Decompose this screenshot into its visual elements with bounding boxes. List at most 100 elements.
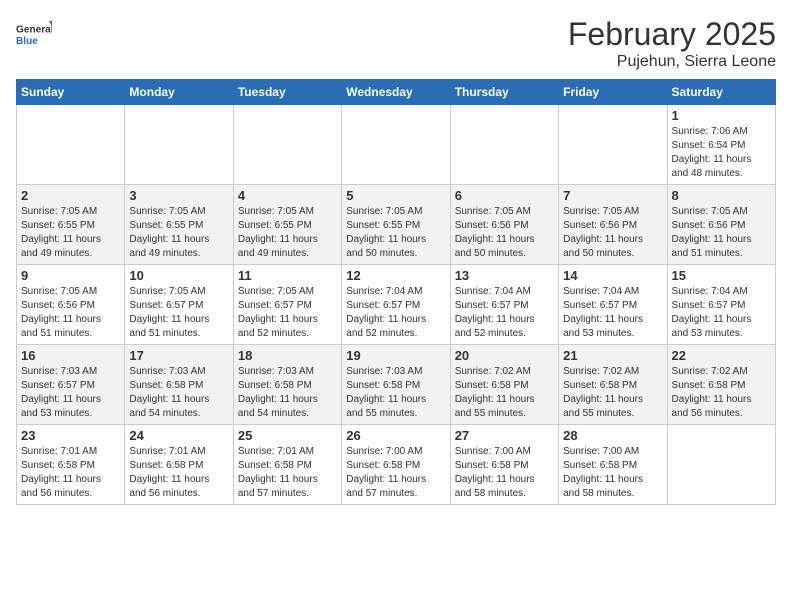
day-cell [342,105,450,185]
day-cell: 3 Sunrise: 7:05 AM Sunset: 6:55 PM Daylig… [125,185,233,265]
day-info: Sunrise: 7:00 AM Sunset: 6:58 PM Dayligh… [563,445,662,501]
day-number: 27 [455,428,554,443]
day-cell: 5 Sunrise: 7:05 AM Sunset: 6:55 PM Daylig… [342,185,450,265]
day-info: Sunrise: 7:05 AM Sunset: 6:57 PM Dayligh… [238,285,337,341]
day-number: 6 [455,188,554,203]
day-cell [17,105,125,185]
day-cell: 27 Sunrise: 7:00 AM Sunset: 6:58 PM Dayli… [450,425,558,505]
day-cell: 11 Sunrise: 7:05 AM Sunset: 6:57 PM Dayli… [233,265,341,345]
day-number: 16 [21,348,120,363]
day-cell: 28 Sunrise: 7:00 AM Sunset: 6:58 PM Dayli… [559,425,667,505]
day-number: 9 [21,268,120,283]
day-number: 3 [129,188,228,203]
day-number: 7 [563,188,662,203]
day-info: Sunrise: 7:04 AM Sunset: 6:57 PM Dayligh… [672,285,771,341]
day-cell: 13Sunrise: 7:04 AM Sunset: 6:57 PM Dayli… [450,265,558,345]
day-cell [667,425,775,505]
day-number: 28 [563,428,662,443]
weekday-friday: Friday [559,80,667,105]
day-cell: 18 Sunrise: 7:03 AM Sunset: 6:58 PM Dayli… [233,345,341,425]
day-number: 14 [563,268,662,283]
day-cell: 8Sunrise: 7:05 AM Sunset: 6:56 PM Daylig… [667,185,775,265]
weekday-sunday: Sunday [17,80,125,105]
day-number: 25 [238,428,337,443]
day-info: Sunrise: 7:01 AM Sunset: 6:58 PM Dayligh… [129,445,228,501]
day-info: Sunrise: 7:05 AM Sunset: 6:55 PM Dayligh… [238,205,337,261]
day-cell: 7 Sunrise: 7:05 AM Sunset: 6:56 PM Daylig… [559,185,667,265]
day-cell: 6Sunrise: 7:05 AM Sunset: 6:56 PM Daylig… [450,185,558,265]
day-number: 2 [21,188,120,203]
week-row-1: 1 Sunrise: 7:06 AM Sunset: 6:54 PM Daylig… [17,105,776,185]
day-number: 13 [455,268,554,283]
week-row-5: 23Sunrise: 7:01 AM Sunset: 6:58 PM Dayli… [17,425,776,505]
day-info: Sunrise: 7:03 AM Sunset: 6:58 PM Dayligh… [346,365,445,421]
day-cell [559,105,667,185]
day-number: 4 [238,188,337,203]
day-cell: 24 Sunrise: 7:01 AM Sunset: 6:58 PM Dayli… [125,425,233,505]
day-cell: 14 Sunrise: 7:04 AM Sunset: 6:57 PM Dayli… [559,265,667,345]
day-cell: 23Sunrise: 7:01 AM Sunset: 6:58 PM Dayli… [17,425,125,505]
day-info: Sunrise: 7:06 AM Sunset: 6:54 PM Dayligh… [672,125,771,181]
day-cell: 16 Sunrise: 7:03 AM Sunset: 6:57 PM Dayli… [17,345,125,425]
day-number: 11 [238,268,337,283]
day-number: 15 [672,268,771,283]
day-cell: 1 Sunrise: 7:06 AM Sunset: 6:54 PM Daylig… [667,105,775,185]
day-cell: 25 Sunrise: 7:01 AM Sunset: 6:58 PM Dayli… [233,425,341,505]
weekday-thursday: Thursday [450,80,558,105]
title-block: February 2025 Pujehun, Sierra Leone [568,16,776,71]
week-row-2: 2 Sunrise: 7:05 AM Sunset: 6:55 PM Daylig… [17,185,776,265]
day-info: Sunrise: 7:02 AM Sunset: 6:58 PM Dayligh… [455,365,554,421]
day-cell [233,105,341,185]
day-cell: 21 Sunrise: 7:02 AM Sunset: 6:58 PM Dayli… [559,345,667,425]
day-info: Sunrise: 7:00 AM Sunset: 6:58 PM Dayligh… [455,445,554,501]
day-info: Sunrise: 7:04 AM Sunset: 6:57 PM Dayligh… [563,285,662,341]
day-info: Sunrise: 7:05 AM Sunset: 6:56 PM Dayligh… [21,285,120,341]
day-info: Sunrise: 7:02 AM Sunset: 6:58 PM Dayligh… [672,365,771,421]
week-row-4: 16 Sunrise: 7:03 AM Sunset: 6:57 PM Dayli… [17,345,776,425]
weekday-monday: Monday [125,80,233,105]
day-info: Sunrise: 7:03 AM Sunset: 6:58 PM Dayligh… [238,365,337,421]
svg-text:Blue: Blue [16,36,38,47]
calendar-table: SundayMondayTuesdayWednesdayThursdayFrid… [16,79,776,505]
page-header: General Blue February 2025 Pujehun, Sier… [16,16,776,71]
day-number: 19 [346,348,445,363]
day-cell: 19 Sunrise: 7:03 AM Sunset: 6:58 PM Dayli… [342,345,450,425]
svg-text:General: General [16,25,52,36]
day-cell: 9 Sunrise: 7:05 AM Sunset: 6:56 PM Daylig… [17,265,125,345]
day-number: 18 [238,348,337,363]
day-info: Sunrise: 7:05 AM Sunset: 6:56 PM Dayligh… [563,205,662,261]
day-info: Sunrise: 7:03 AM Sunset: 6:58 PM Dayligh… [129,365,228,421]
day-number: 5 [346,188,445,203]
weekday-tuesday: Tuesday [233,80,341,105]
day-number: 22 [672,348,771,363]
weekday-saturday: Saturday [667,80,775,105]
day-info: Sunrise: 7:01 AM Sunset: 6:58 PM Dayligh… [21,445,120,501]
day-cell [450,105,558,185]
day-info: Sunrise: 7:05 AM Sunset: 6:55 PM Dayligh… [346,205,445,261]
day-cell: 20Sunrise: 7:02 AM Sunset: 6:58 PM Dayli… [450,345,558,425]
day-number: 26 [346,428,445,443]
week-row-3: 9 Sunrise: 7:05 AM Sunset: 6:56 PM Daylig… [17,265,776,345]
day-info: Sunrise: 7:05 AM Sunset: 6:57 PM Dayligh… [129,285,228,341]
day-info: Sunrise: 7:03 AM Sunset: 6:57 PM Dayligh… [21,365,120,421]
weekday-header-row: SundayMondayTuesdayWednesdayThursdayFrid… [17,80,776,105]
day-info: Sunrise: 7:01 AM Sunset: 6:58 PM Dayligh… [238,445,337,501]
day-number: 21 [563,348,662,363]
month-title: February 2025 [568,16,776,53]
logo-svg: General Blue [16,16,52,52]
day-cell: 17 Sunrise: 7:03 AM Sunset: 6:58 PM Dayli… [125,345,233,425]
day-info: Sunrise: 7:00 AM Sunset: 6:58 PM Dayligh… [346,445,445,501]
logo: General Blue [16,16,52,52]
day-info: Sunrise: 7:02 AM Sunset: 6:58 PM Dayligh… [563,365,662,421]
day-info: Sunrise: 7:05 AM Sunset: 6:55 PM Dayligh… [21,205,120,261]
day-cell: 2 Sunrise: 7:05 AM Sunset: 6:55 PM Daylig… [17,185,125,265]
day-cell: 22 Sunrise: 7:02 AM Sunset: 6:58 PM Dayli… [667,345,775,425]
location-subtitle: Pujehun, Sierra Leone [568,53,776,71]
day-number: 24 [129,428,228,443]
day-number: 12 [346,268,445,283]
day-cell [125,105,233,185]
day-info: Sunrise: 7:05 AM Sunset: 6:55 PM Dayligh… [129,205,228,261]
day-cell: 4 Sunrise: 7:05 AM Sunset: 6:55 PM Daylig… [233,185,341,265]
day-number: 17 [129,348,228,363]
day-number: 1 [672,108,771,123]
